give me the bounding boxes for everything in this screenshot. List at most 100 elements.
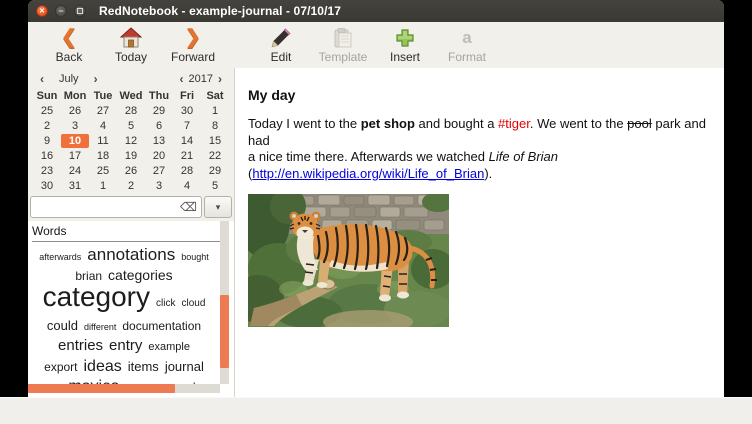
wiki-link[interactable]: http://en.wikipedia.org/wiki/Life_of_Bri… [252,166,484,181]
cloud-word[interactable]: click [156,298,175,309]
calendar-day[interactable]: 19 [117,149,145,163]
tiger-photo [248,194,449,327]
calendar-day[interactable]: 3 [61,119,89,133]
next-month-button[interactable]: › [91,72,101,86]
calendar-day-selected[interactable]: 10 [61,134,89,148]
calendar-day[interactable]: 30 [33,179,61,193]
calendar-day-name: Sun [33,89,61,103]
calendar-day[interactable]: 1 [89,179,117,193]
calendar-day[interactable]: 25 [89,164,117,178]
cloud-word[interactable]: export [44,360,77,374]
calendar-day[interactable]: 20 [145,149,173,163]
cloud-word[interactable]: items [128,359,159,374]
calendar-day[interactable]: 17 [61,149,89,163]
calendar-day[interactable]: 7 [173,119,201,133]
calendar-day[interactable]: 13 [145,134,173,148]
calendar-day[interactable]: 6 [145,119,173,133]
vertical-scrollbar[interactable] [220,221,229,384]
forward-button[interactable]: ❯ Forward [162,25,224,65]
minimize-button[interactable]: − [55,5,67,17]
next-year-button[interactable]: › [215,72,225,86]
calendar-day[interactable]: 23 [33,164,61,178]
cloud-word[interactable]: example [148,341,190,353]
cloud-word[interactable]: journal [165,359,204,374]
calendar-day[interactable]: 8 [201,119,229,133]
calendar-day[interactable]: 2 [117,179,145,193]
calendar-day[interactable]: 11 [89,134,117,148]
calendar-day[interactable]: 26 [61,104,89,118]
vertical-scrollbar-thumb[interactable] [220,295,229,368]
prev-year-button[interactable]: ‹ [177,72,187,86]
calendar-day[interactable]: 29 [201,164,229,178]
calendar-day[interactable]: 31 [61,179,89,193]
cloud-word[interactable]: different [84,322,116,332]
back-button[interactable]: ❮ Back [38,25,100,65]
calendar-day-name: Thu [145,89,173,103]
horizontal-scrollbar[interactable] [28,384,220,393]
calendar-day[interactable]: 2 [33,119,61,133]
chevron-left-icon: ❮ [61,26,77,50]
cloud-line: entries entry example [28,336,220,357]
edit-button[interactable]: Edit [250,25,312,65]
calendar-day[interactable]: 3 [145,179,173,193]
background-panel [0,397,752,424]
calendar-day[interactable]: 28 [173,164,201,178]
journal-text: Today I went to the pet shop and bought … [248,116,728,182]
cloud-word[interactable]: cloud [181,298,205,309]
calendar-day[interactable]: 18 [89,149,117,163]
calendar-day[interactable]: 27 [89,104,117,118]
calendar-day[interactable]: 12 [117,134,145,148]
calendar-day[interactable]: 4 [89,119,117,133]
cloud-word[interactable]: bought [181,252,209,262]
calendar-day[interactable]: 24 [61,164,89,178]
maximize-button[interactable] [74,5,86,17]
calendar-day[interactable]: 5 [117,119,145,133]
cloud-word[interactable]: could [47,318,78,333]
calendar-day[interactable]: 26 [117,164,145,178]
cloud-word[interactable]: category [43,281,150,312]
word-cloud: afterwardsannotationsboughtbriancategori… [28,245,220,384]
format-button[interactable]: a Format [436,25,498,65]
template-button[interactable]: Template [312,25,374,65]
cloud-word[interactable]: ideas [84,358,122,375]
calendar-day-name: Tue [89,89,117,103]
titlebar: × − RedNotebook - example-journal - 07/1… [28,0,724,22]
calendar-day[interactable]: 15 [201,134,229,148]
calendar-day-name: Wed [117,89,145,103]
prev-month-button[interactable]: ‹ [37,72,47,86]
cloud-word[interactable]: annotations [87,245,175,264]
calendar-day-name: Fri [173,89,201,103]
calendar-day[interactable]: 14 [173,134,201,148]
insert-button[interactable]: Insert [374,25,436,65]
calendar-day[interactable]: 1 [201,104,229,118]
calendar-day[interactable]: 29 [145,104,173,118]
year-label: 2017 [189,73,213,85]
cloud-word[interactable]: afterwards [39,252,81,262]
calendar-day[interactable]: 27 [145,164,173,178]
calendar-day[interactable]: 30 [173,104,201,118]
journal-text-segment: pet shop [361,116,415,131]
cloud-word[interactable]: documentation [122,319,201,333]
calendar-day[interactable]: 28 [117,104,145,118]
calendar-day[interactable]: 16 [33,149,61,163]
calendar-day[interactable]: 22 [201,149,229,163]
clear-search-icon[interactable]: ⌫ [180,201,197,213]
calendar-day[interactable]: 25 [33,104,61,118]
cloud-word[interactable]: entries [58,337,103,354]
calendar-day[interactable]: 9 [33,134,61,148]
cloud-word[interactable]: entry [109,337,142,354]
calendar-day[interactable]: 4 [173,179,201,193]
horizontal-scrollbar-thumb[interactable] [28,384,175,393]
today-button[interactable]: Today [100,25,162,65]
journal-text-segment: pool [627,116,652,131]
calendar-day[interactable]: 21 [173,149,201,163]
search-dropdown-button[interactable]: ▾ [204,196,232,218]
search-row: ⌫ ▾ [30,196,232,218]
cloud-line: category click cloud [28,284,220,317]
word-cloud-panel: Words afterwardsannotationsboughtbrianca… [28,221,234,397]
calendar-day[interactable]: 5 [201,179,229,193]
cloud-line: export ideas items journal [28,357,220,377]
search-input[interactable]: ⌫ [30,196,202,218]
plus-icon [395,26,415,50]
close-button[interactable]: × [36,5,48,17]
